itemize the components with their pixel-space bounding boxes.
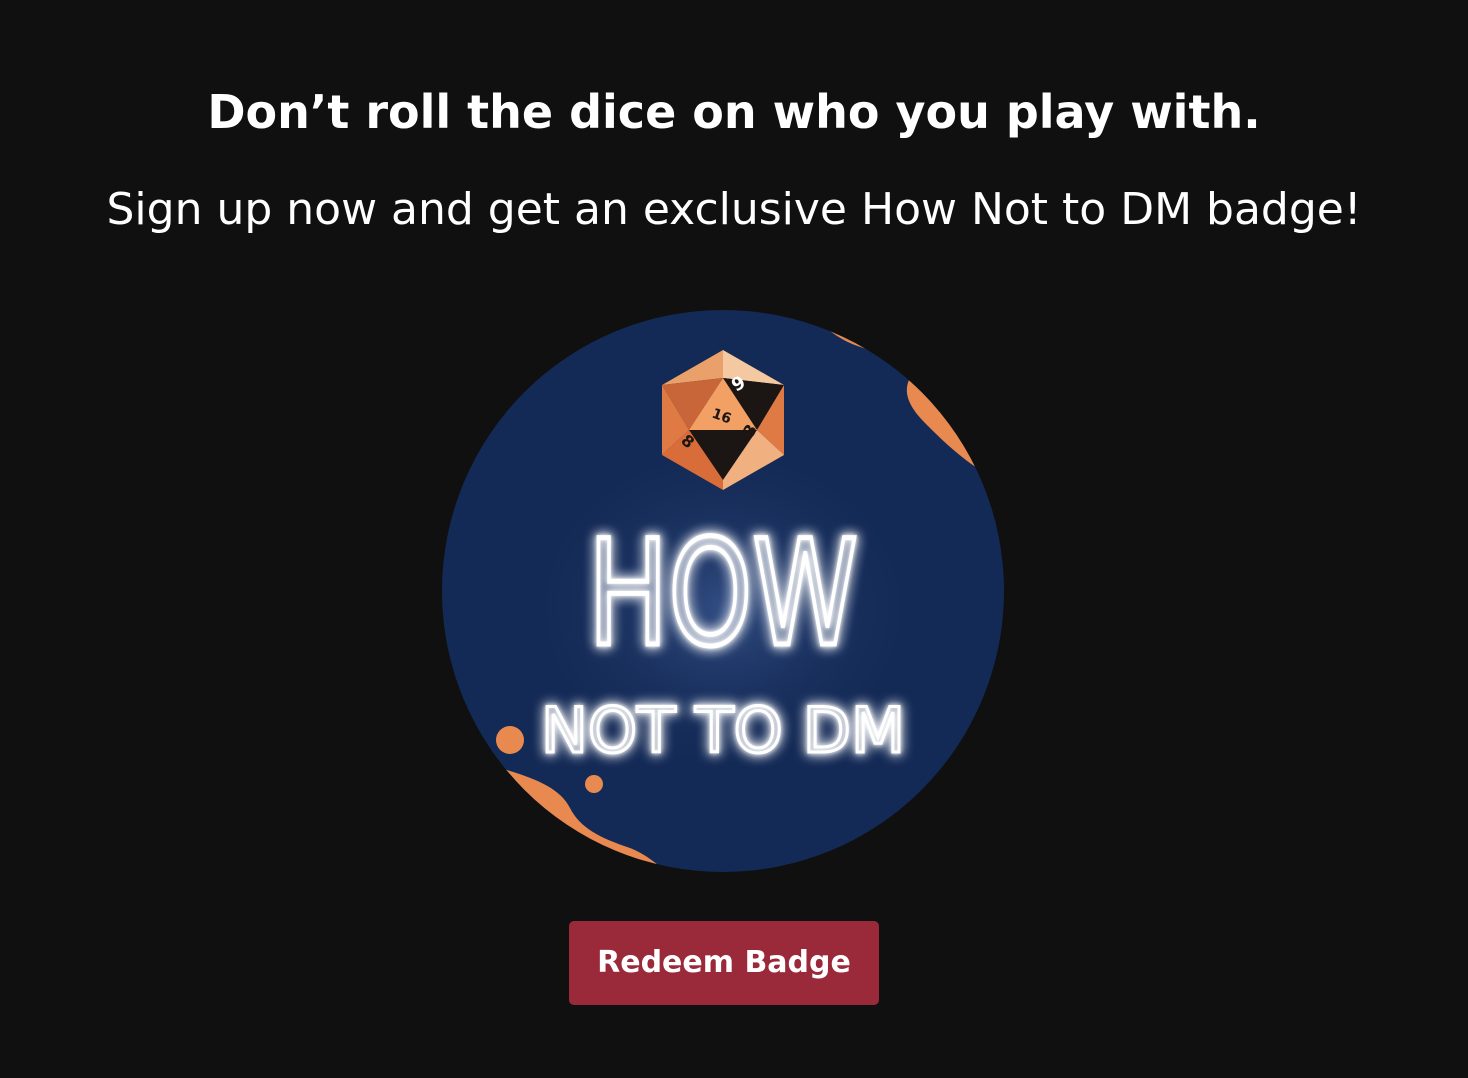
redeem-badge-button[interactable]: Redeem Badge [569,921,879,1005]
badge-graphic: 9 16 8 3 HOW NOT TO DM [442,310,1004,872]
accent-dot-small [585,775,603,793]
badge-logo-line1: HOW [588,509,858,679]
promo-subheadline: Sign up now and get an exclusive How Not… [106,184,1362,235]
promo-headline: Don’t roll the dice on who you play with… [207,85,1261,139]
accent-dot-large [496,726,524,754]
badge-logo-line2: NOT TO DM [541,694,905,767]
promo-page: Don’t roll the dice on who you play with… [0,0,1468,1078]
how-not-to-dm-badge-image: 9 16 8 3 HOW NOT TO DM [440,308,1006,874]
